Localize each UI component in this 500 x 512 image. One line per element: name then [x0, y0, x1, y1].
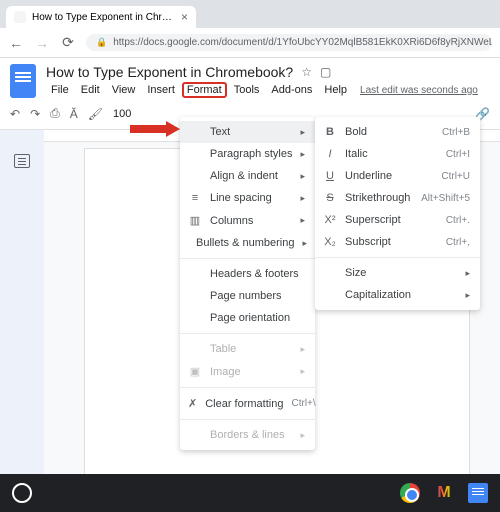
format-dropdown: Text ▸ Paragraph styles▸ Align & indent▸… [180, 117, 315, 450]
text-bold[interactable]: BBoldCtrl+B [315, 121, 480, 143]
move-icon[interactable]: ▢ [320, 65, 331, 79]
format-borders-lines: Borders & lines▸ [180, 424, 315, 446]
superscript-icon: X² [323, 214, 337, 226]
menu-view[interactable]: View [107, 82, 141, 98]
image-icon: ▣ [188, 365, 202, 378]
menu-file[interactable]: File [46, 82, 74, 98]
reload-icon[interactable]: ⟳ [60, 34, 76, 51]
clear-format-icon: ✗ [188, 397, 197, 410]
docs-logo-icon[interactable] [10, 64, 36, 98]
text-italic[interactable]: IItalicCtrl+I [315, 143, 480, 165]
url-text: https://docs.google.com/document/d/1YfoU… [113, 37, 492, 48]
format-bullets-numbering[interactable]: Bullets & numbering▸ [180, 232, 315, 254]
format-columns[interactable]: ▥Columns▸ [180, 209, 315, 232]
menu-help[interactable]: Help [319, 82, 352, 98]
menu-bar: File Edit View Insert Format Tools Add-o… [46, 82, 490, 98]
tab-favicon-icon [14, 11, 26, 23]
nav-bar: ← → ⟳ 🔒 https://docs.google.com/document… [0, 28, 500, 58]
chrome-icon[interactable] [400, 483, 420, 503]
gmail-icon[interactable]: M [434, 483, 454, 503]
annotation-arrow [130, 121, 180, 137]
bold-icon: B [323, 126, 337, 138]
strikethrough-icon: S [323, 192, 337, 204]
launcher-icon[interactable] [12, 483, 32, 503]
url-bar[interactable]: 🔒 https://docs.google.com/document/d/1Yf… [86, 34, 492, 51]
taskbar: M [0, 474, 500, 512]
browser-chrome: How to Type Exponent in Chrom × ← → ⟳ 🔒 … [0, 0, 500, 58]
format-align-indent[interactable]: Align & indent▸ [180, 165, 315, 187]
print-icon[interactable]: ⎙ [50, 106, 60, 121]
columns-icon: ▥ [188, 214, 202, 227]
subscript-icon: X₂ [323, 236, 337, 248]
browser-tab[interactable]: How to Type Exponent in Chrom × [6, 6, 196, 28]
line-spacing-icon: ≡ [188, 192, 202, 204]
paint-format-icon[interactable]: 🖌 [88, 107, 103, 121]
format-line-spacing[interactable]: ≡Line spacing▸ [180, 187, 315, 209]
text-submenu: BBoldCtrl+B IItalicCtrl+I UUnderlineCtrl… [315, 117, 480, 310]
zoom-select[interactable]: 100 [113, 108, 131, 120]
format-clear-formatting[interactable]: ✗Clear formattingCtrl+\ [180, 392, 315, 415]
text-subscript[interactable]: X₂SubscriptCtrl+, [315, 231, 480, 253]
text-underline[interactable]: UUnderlineCtrl+U [315, 165, 480, 187]
menu-insert[interactable]: Insert [142, 82, 180, 98]
menu-format[interactable]: Format [182, 82, 227, 98]
document-title[interactable]: How to Type Exponent in Chromebook? [46, 64, 293, 80]
last-edit-link[interactable]: Last edit was seconds ago [360, 85, 478, 96]
text-capitalization[interactable]: Capitalization▸ [315, 284, 480, 306]
text-size[interactable]: Size▸ [315, 262, 480, 284]
spellcheck-icon[interactable]: Ă [70, 107, 78, 121]
text-strikethrough[interactable]: SStrikethroughAlt+Shift+5 [315, 187, 480, 209]
menu-addons[interactable]: Add-ons [266, 82, 317, 98]
format-page-numbers[interactable]: Page numbers [180, 285, 315, 307]
docs-header: How to Type Exponent in Chromebook? ☆ ▢ … [0, 58, 500, 98]
undo-icon[interactable]: ↶ [10, 107, 20, 121]
forward-icon[interactable]: → [34, 35, 50, 51]
chevron-right-icon: ▸ [300, 127, 305, 138]
tab-bar: How to Type Exponent in Chrom × [0, 0, 500, 28]
format-paragraph-styles[interactable]: Paragraph styles▸ [180, 143, 315, 165]
lock-icon: 🔒 [96, 37, 107, 48]
outline-icon[interactable] [14, 154, 30, 168]
format-image: ▣Image▸ [180, 360, 315, 383]
star-icon[interactable]: ☆ [301, 65, 312, 79]
format-table: Table▸ [180, 338, 315, 360]
underline-icon: U [323, 170, 337, 182]
tab-close-icon[interactable]: × [181, 10, 188, 24]
left-gutter [0, 130, 44, 480]
google-docs-icon[interactable] [468, 483, 488, 503]
format-text[interactable]: Text ▸ [180, 121, 315, 143]
redo-icon[interactable]: ↷ [30, 107, 40, 121]
tab-title: How to Type Exponent in Chrom [32, 12, 175, 23]
menu-edit[interactable]: Edit [76, 82, 105, 98]
text-superscript[interactable]: X²SuperscriptCtrl+. [315, 209, 480, 231]
menu-tools[interactable]: Tools [229, 82, 265, 98]
format-headers-footers[interactable]: Headers & footers [180, 263, 315, 285]
italic-icon: I [323, 148, 337, 160]
format-page-orientation[interactable]: Page orientation [180, 307, 315, 329]
back-icon[interactable]: ← [8, 35, 24, 51]
